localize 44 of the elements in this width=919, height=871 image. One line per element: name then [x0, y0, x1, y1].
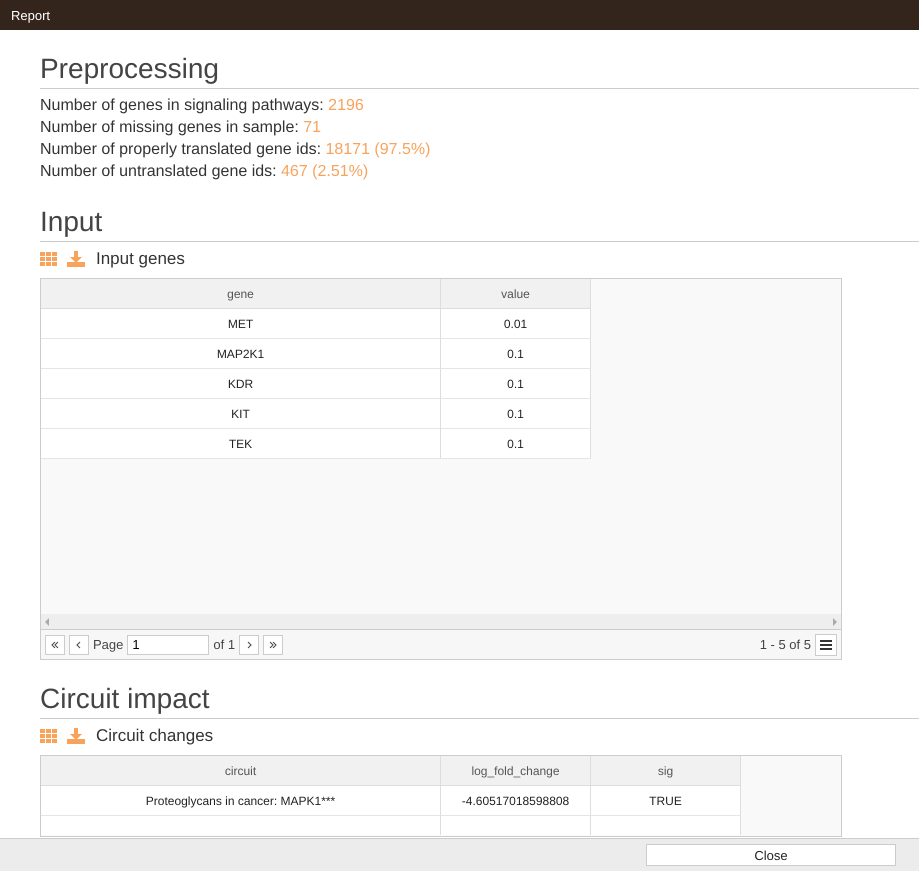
table-cell: TRUE	[591, 786, 741, 816]
page-count: of 1	[213, 637, 236, 652]
horizontal-scrollbar[interactable]	[41, 614, 841, 629]
table-cell: KDR	[41, 369, 441, 399]
column-header[interactable]: value	[441, 279, 591, 309]
table-cell: 0.1	[441, 339, 591, 369]
table-cell: 0.1	[441, 399, 591, 429]
page-input[interactable]: 1	[127, 634, 210, 654]
close-button[interactable]: Close	[646, 844, 896, 866]
table-cell: 0.1	[441, 429, 591, 459]
window-title: Report	[11, 8, 50, 22]
table-cell: KIT	[41, 399, 441, 429]
stat-line: Number of untranslated gene ids: 467 (2.51%)	[40, 162, 370, 182]
next-page-button[interactable]	[239, 634, 260, 654]
double-chevron-right-icon	[269, 640, 278, 648]
column-header[interactable]: gene	[41, 279, 441, 309]
chevron-left-icon	[76, 640, 82, 648]
stat-line: Number of genes in signaling pathways: 2196	[40, 96, 365, 116]
section-heading: Circuit impact	[40, 682, 919, 719]
table-title: Circuit changes	[96, 726, 214, 746]
table-cell: MAP2K1	[41, 339, 441, 369]
table-cell: 0.1	[441, 369, 591, 399]
table-title: Input genes	[96, 249, 185, 269]
double-chevron-left-icon	[51, 640, 59, 648]
table-cell: Proteoglycans in cancer: MAPK1***	[41, 786, 441, 816]
section-heading: Input	[40, 205, 919, 242]
table-cell: 0.01	[441, 309, 591, 339]
stat-line: Number of missing genes in sample: 71	[40, 118, 322, 138]
column-header[interactable]: circuit	[41, 756, 441, 786]
record-range: 1 - 5 of 5	[760, 637, 811, 652]
stat-line: Number of properly translated gene ids: 18171 (97.5%)	[40, 140, 432, 160]
page-label: Page	[93, 637, 124, 652]
menu-button[interactable]	[815, 634, 837, 656]
previous-page-button[interactable]	[69, 634, 89, 654]
table-cell: -4.60517018598808	[441, 786, 591, 816]
menu-icon	[820, 640, 832, 650]
section-heading: Preprocessing	[40, 52, 919, 89]
last-page-button[interactable]	[263, 634, 284, 654]
table-cell: TEK	[41, 429, 441, 459]
table-cell: MET	[41, 309, 441, 339]
chevron-right-icon	[246, 640, 252, 648]
column-header[interactable]: log_fold_change	[441, 756, 591, 786]
column-header[interactable]: sig	[591, 756, 741, 786]
first-page-button[interactable]	[45, 634, 65, 654]
